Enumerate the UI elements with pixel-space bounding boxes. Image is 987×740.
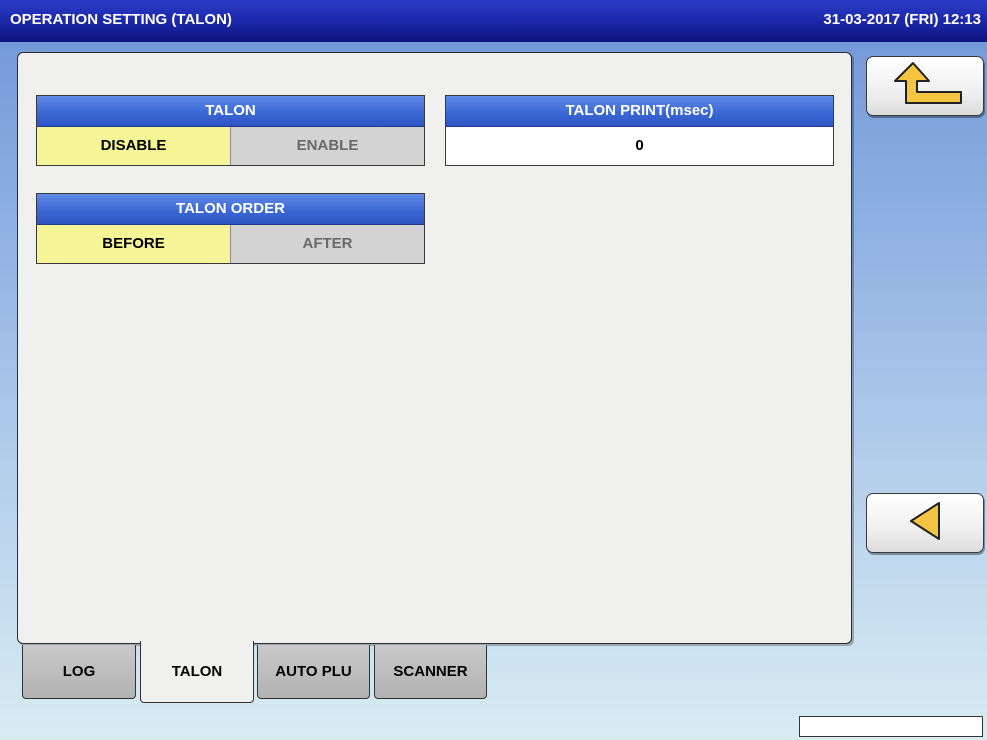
datetime-display: 31-03-2017 (FRI) 12:13 (823, 11, 981, 28)
tab-log[interactable]: LOG (22, 645, 136, 699)
page-title: OPERATION SETTING (TALON) (10, 11, 232, 28)
settings-panel: TALON DISABLE ENABLE TALON PRINT(msec) 0… (17, 52, 852, 644)
talon-order-after-option[interactable]: AFTER (231, 225, 424, 263)
talon-print-header: TALON PRINT(msec) (446, 96, 833, 127)
talon-print-group: TALON PRINT(msec) 0 (445, 95, 834, 166)
talon-print-value-field[interactable]: 0 (446, 127, 833, 165)
left-triangle-icon (905, 499, 945, 548)
talon-order-before-option[interactable]: BEFORE (37, 225, 231, 263)
talon-header: TALON (37, 96, 424, 127)
status-box (799, 716, 983, 737)
talon-disable-option[interactable]: DISABLE (37, 127, 231, 165)
tab-talon[interactable]: TALON (140, 641, 254, 703)
return-arrow-icon (885, 61, 965, 112)
talon-enable-option[interactable]: ENABLE (231, 127, 424, 165)
return-button[interactable] (866, 56, 984, 116)
back-button[interactable] (866, 493, 984, 553)
title-bar: OPERATION SETTING (TALON) 31-03-2017 (FR… (0, 0, 987, 42)
tab-scanner[interactable]: SCANNER (374, 645, 487, 699)
talon-order-group: TALON ORDER BEFORE AFTER (36, 193, 425, 264)
tab-auto-plu[interactable]: AUTO PLU (257, 645, 370, 699)
talon-group: TALON DISABLE ENABLE (36, 95, 425, 166)
talon-order-header: TALON ORDER (37, 194, 424, 225)
